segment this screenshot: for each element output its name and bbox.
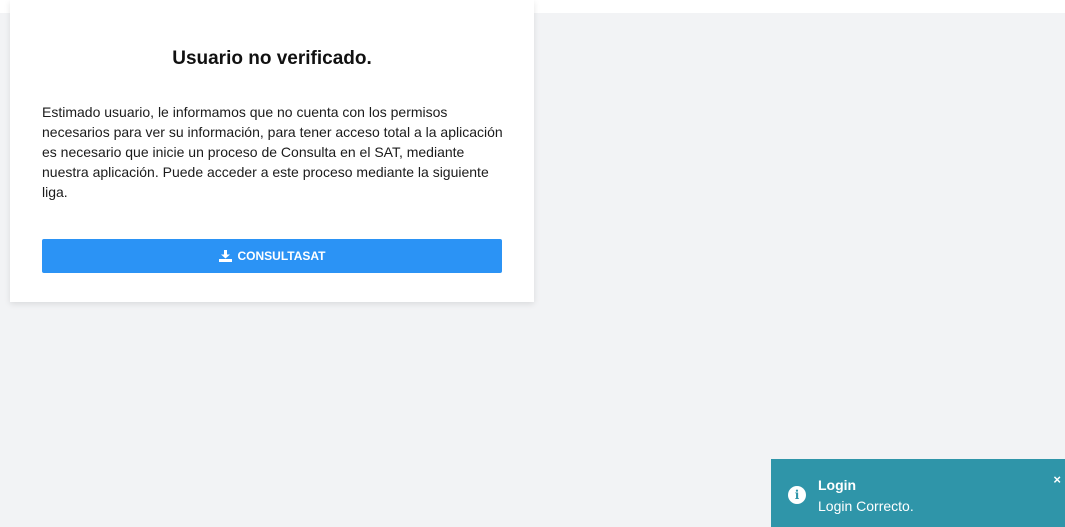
info-icon: i — [788, 486, 806, 504]
card-message: Estimado usuario, le informamos que no c… — [42, 104, 503, 200]
toast-title: Login — [818, 477, 857, 493]
page: Usuario no verificado. Estimado usuario,… — [0, 0, 1065, 527]
login-toast[interactable]: i Login Login Correcto. × — [771, 459, 1065, 527]
card-title: Usuario no verificado. — [172, 48, 372, 69]
download-icon — [218, 250, 232, 262]
verification-card: Usuario no verificado. Estimado usuario,… — [10, 0, 534, 302]
consultasat-button[interactable]: CONSULTASAT — [42, 239, 502, 273]
toast-message: Login Correcto. — [818, 498, 914, 514]
consultasat-button-label: CONSULTASAT — [237, 249, 326, 263]
close-icon[interactable]: × — [1053, 473, 1061, 486]
